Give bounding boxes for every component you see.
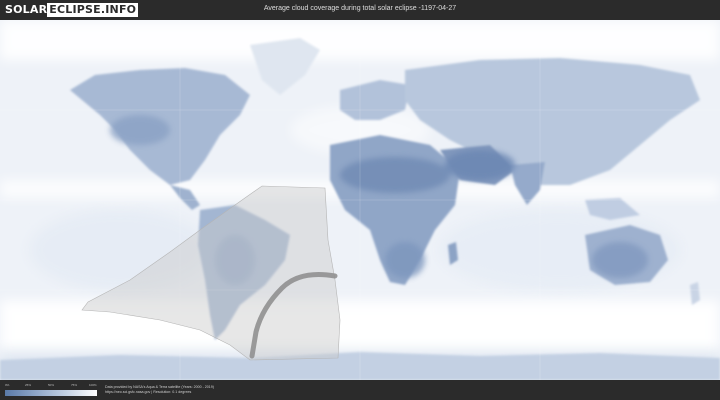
data-credits: Data provided by NASA's Aqua & Terra sat… xyxy=(105,385,214,395)
legend-tick: 75% xyxy=(71,383,78,387)
header-bar: SOLAR ECLIPSE.INFO Average cloud coverag… xyxy=(0,0,720,20)
logo-text-eclipse-info: ECLIPSE.INFO xyxy=(47,3,139,17)
legend-tick: 100% xyxy=(89,383,97,387)
legend-tick: 25% xyxy=(25,383,32,387)
site-logo[interactable]: SOLAR ECLIPSE.INFO xyxy=(5,3,139,17)
cloud-legend: 0% 25% 50% 75% 100% xyxy=(5,383,97,399)
footer-bar: 0% 25% 50% 75% 100% Data provided by NAS… xyxy=(0,380,720,400)
logo-text-solar: SOLAR xyxy=(5,3,48,16)
legend-gradient-bar xyxy=(5,390,97,396)
cloud-coverage-map xyxy=(0,20,720,380)
page-title: Average cloud coverage during total sola… xyxy=(263,5,457,12)
legend-tick: 0% xyxy=(5,383,10,387)
world-map-svg xyxy=(0,20,720,380)
legend-ticks: 0% 25% 50% 75% 100% xyxy=(5,383,97,389)
credits-line-url[interactable]: https://neo.sci.gsfc.nasa.gov | Resoluti… xyxy=(105,390,214,395)
legend-tick: 50% xyxy=(48,383,55,387)
